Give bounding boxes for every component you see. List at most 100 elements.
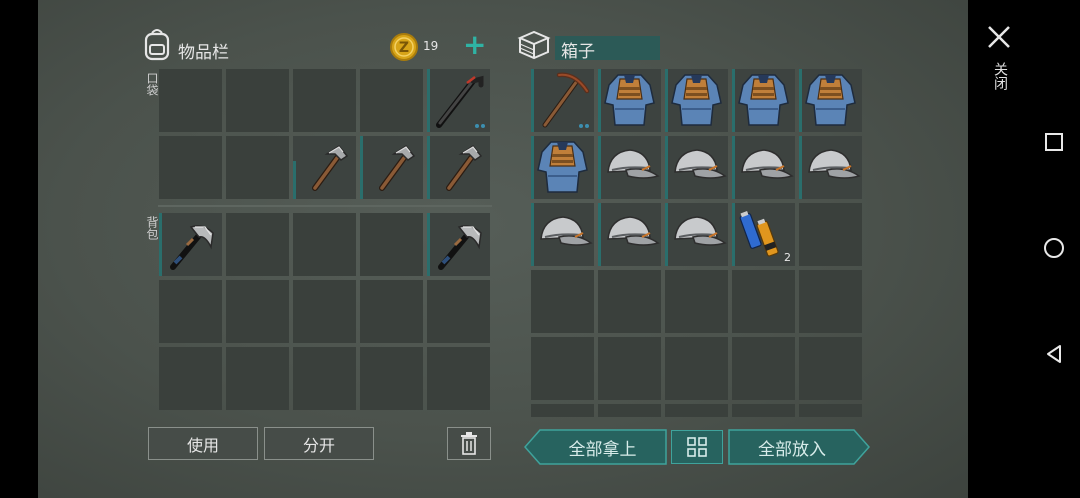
cap-slot[interactable] bbox=[531, 203, 594, 266]
cap-icon bbox=[607, 149, 660, 179]
battery-slot[interactable]: 2 bbox=[732, 203, 795, 266]
square-icon bbox=[1045, 133, 1063, 151]
empty-slot[interactable] bbox=[799, 203, 862, 266]
empty-slot[interactable] bbox=[293, 213, 356, 276]
cap-icon bbox=[674, 216, 727, 246]
empty-slot[interactable] bbox=[531, 404, 594, 417]
empty-slot[interactable] bbox=[293, 69, 356, 132]
hammer-slot[interactable] bbox=[293, 136, 356, 199]
pocket-backpack-divider bbox=[158, 205, 492, 207]
close-label[interactable]: 关闭 bbox=[990, 62, 1010, 90]
hammer-icon bbox=[379, 144, 416, 191]
empty-slot[interactable] bbox=[159, 347, 222, 410]
empty-slot[interactable] bbox=[360, 213, 423, 276]
empty-slot[interactable] bbox=[732, 270, 795, 333]
triangle-back-icon bbox=[1047, 345, 1061, 363]
empty-slot[interactable] bbox=[226, 69, 289, 132]
home-button[interactable] bbox=[1028, 228, 1080, 268]
armor-slot[interactable] bbox=[799, 69, 862, 132]
box-icon bbox=[517, 30, 551, 60]
empty-slot[interactable] bbox=[159, 280, 222, 343]
armor-slot[interactable] bbox=[732, 69, 795, 132]
recents-button[interactable] bbox=[1028, 122, 1080, 162]
armor-slot[interactable] bbox=[531, 136, 594, 199]
axe-icon bbox=[438, 225, 482, 270]
empty-slot[interactable] bbox=[732, 404, 795, 417]
empty-slot[interactable] bbox=[293, 347, 356, 410]
cap-slot[interactable] bbox=[665, 203, 728, 266]
empty-slot[interactable] bbox=[427, 347, 490, 410]
empty-slot[interactable] bbox=[531, 270, 594, 333]
coin-icon: Z bbox=[390, 33, 418, 61]
game-screen: 物品栏 Z 19 + 箱子 关闭 口袋 背包 2 使用 分开 全部拿上 全部放入 bbox=[38, 0, 1010, 498]
svg-text:Z: Z bbox=[399, 40, 409, 56]
empty-slot[interactable] bbox=[226, 280, 289, 343]
empty-slot[interactable] bbox=[360, 69, 423, 132]
item-quantity: 2 bbox=[784, 251, 791, 264]
armor-slot[interactable] bbox=[665, 69, 728, 132]
empty-slot[interactable] bbox=[360, 347, 423, 410]
empty-slot[interactable] bbox=[732, 337, 795, 400]
empty-slot[interactable] bbox=[159, 136, 222, 199]
empty-slot[interactable] bbox=[598, 270, 661, 333]
close-icon[interactable] bbox=[986, 24, 1012, 50]
armor-icon bbox=[604, 74, 655, 126]
empty-slot[interactable] bbox=[360, 280, 423, 343]
add-coins-button[interactable]: + bbox=[463, 30, 486, 60]
empty-slot[interactable] bbox=[226, 347, 289, 410]
hammer-icon bbox=[312, 144, 349, 191]
empty-slot[interactable] bbox=[598, 404, 661, 417]
cap-icon bbox=[540, 216, 593, 246]
sort-button[interactable] bbox=[671, 430, 723, 464]
inventory-title: 物品栏 bbox=[178, 43, 229, 63]
ammo-dots bbox=[579, 124, 589, 128]
axe-slot[interactable] bbox=[159, 213, 222, 276]
empty-slot[interactable] bbox=[427, 280, 490, 343]
back-button[interactable] bbox=[1028, 334, 1080, 374]
take-all-button[interactable]: 全部拿上 bbox=[538, 429, 667, 465]
trash-button[interactable] bbox=[447, 427, 491, 460]
cap-icon bbox=[607, 216, 660, 246]
circle-icon bbox=[1044, 238, 1064, 258]
hammer-slot[interactable] bbox=[427, 136, 490, 199]
empty-slot[interactable] bbox=[665, 337, 728, 400]
cap-slot[interactable] bbox=[598, 136, 661, 199]
axe-slot[interactable] bbox=[427, 213, 490, 276]
put-all-button[interactable]: 全部放入 bbox=[728, 429, 856, 465]
ammo-dots bbox=[475, 124, 485, 128]
armor-icon bbox=[805, 74, 856, 126]
empty-slot[interactable] bbox=[293, 280, 356, 343]
pickaxe-slot[interactable] bbox=[531, 69, 594, 132]
use-button[interactable]: 使用 bbox=[148, 427, 258, 460]
empty-slot[interactable] bbox=[226, 213, 289, 276]
empty-slot[interactable] bbox=[665, 404, 728, 417]
trash-icon bbox=[461, 431, 477, 455]
cap-slot[interactable] bbox=[665, 136, 728, 199]
empty-slot[interactable] bbox=[665, 270, 728, 333]
hammer-slot[interactable] bbox=[360, 136, 423, 199]
cap-slot[interactable] bbox=[732, 136, 795, 199]
cap-icon bbox=[808, 149, 861, 179]
empty-slot[interactable] bbox=[598, 337, 661, 400]
box-title: 箱子 bbox=[561, 42, 595, 62]
empty-slot[interactable] bbox=[799, 404, 862, 417]
armor-slot[interactable] bbox=[598, 69, 661, 132]
axe-icon bbox=[170, 225, 214, 270]
cap-icon bbox=[741, 149, 794, 179]
cap-slot[interactable] bbox=[598, 203, 661, 266]
empty-slot[interactable] bbox=[226, 136, 289, 199]
sort-icon bbox=[687, 437, 707, 457]
armor-icon bbox=[738, 74, 789, 126]
cap-slot[interactable] bbox=[799, 136, 862, 199]
coin-count: 19 bbox=[423, 39, 439, 53]
crowbar-slot[interactable] bbox=[427, 69, 490, 132]
backpack-icon bbox=[144, 29, 170, 61]
empty-slot[interactable] bbox=[799, 270, 862, 333]
armor-icon bbox=[671, 74, 722, 126]
split-button[interactable]: 分开 bbox=[264, 427, 374, 460]
empty-slot[interactable] bbox=[799, 337, 862, 400]
empty-slot[interactable] bbox=[531, 337, 594, 400]
empty-slot[interactable] bbox=[159, 69, 222, 132]
pickaxe-icon bbox=[542, 72, 590, 128]
hammer-icon bbox=[446, 144, 483, 191]
